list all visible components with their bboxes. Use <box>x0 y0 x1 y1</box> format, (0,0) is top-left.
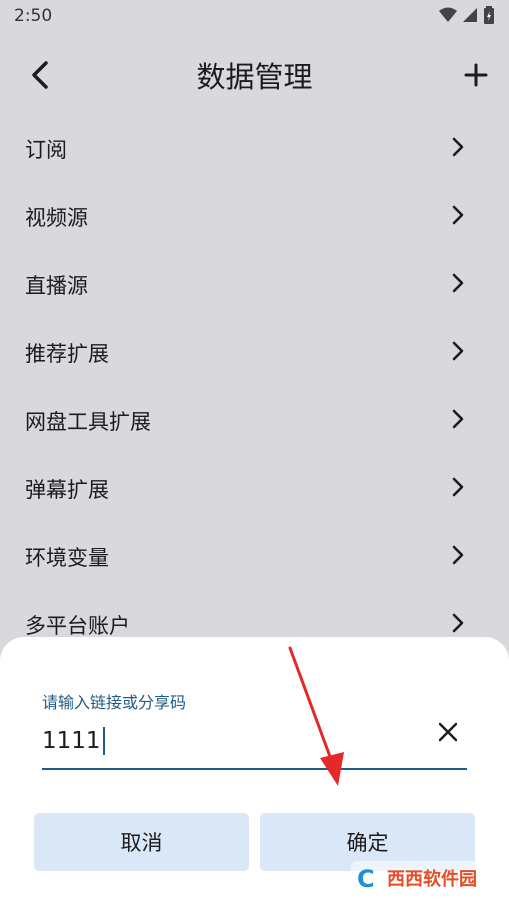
list-item-label: 视频源 <box>25 206 88 230</box>
chevron-right-icon <box>452 273 464 293</box>
list-item-recommended-extensions[interactable]: 推荐扩展 <box>0 318 509 386</box>
signal-icon <box>463 8 477 22</box>
list-item-label: 弹幕扩展 <box>25 478 109 502</box>
status-icons <box>439 6 495 24</box>
list-item-live-source[interactable]: 直播源 <box>0 250 509 318</box>
chevron-right-icon <box>452 137 464 157</box>
list-item-cloud-disk-extensions[interactable]: 网盘工具扩展 <box>0 386 509 454</box>
text-cursor <box>102 727 105 755</box>
chevron-right-icon <box>452 545 464 565</box>
chevron-right-icon <box>452 477 464 497</box>
status-time: 2:50 <box>14 6 53 26</box>
cancel-button[interactable]: 取消 <box>34 813 249 871</box>
list-item-label: 环境变量 <box>25 546 109 570</box>
watermark-logo: C 西西软件园 <box>351 861 489 895</box>
watermark-text: 西西软件园 <box>387 869 477 890</box>
list-item-label: 订阅 <box>25 138 67 162</box>
status-bar: 2:50 <box>0 0 509 36</box>
clear-icon[interactable] <box>437 721 459 743</box>
app-bar: 数据管理 <box>0 40 509 110</box>
chevron-right-icon <box>452 205 464 225</box>
settings-list: 订阅 视频源 直播源 推荐扩展 网盘工具扩展 弹幕扩展 环境变量 多平台账户 <box>0 114 509 658</box>
list-item-label: 多平台账户 <box>25 614 130 638</box>
add-icon[interactable] <box>461 58 491 92</box>
list-item-danmaku-extensions[interactable]: 弹幕扩展 <box>0 454 509 522</box>
chevron-right-icon <box>452 613 464 633</box>
list-item-video-source[interactable]: 视频源 <box>0 182 509 250</box>
wifi-icon <box>439 7 457 22</box>
list-item-label: 直播源 <box>25 274 88 298</box>
list-item-env-variables[interactable]: 环境变量 <box>0 522 509 590</box>
chevron-right-icon <box>452 409 464 429</box>
link-input-value: 1111 <box>42 728 101 754</box>
list-item-label: 网盘工具扩展 <box>25 410 151 434</box>
page-title: 数据管理 <box>196 60 313 94</box>
link-field-label: 请输入链接或分享码 <box>42 693 187 712</box>
list-item-subscription[interactable]: 订阅 <box>0 114 509 182</box>
input-underline <box>42 768 467 770</box>
battery-icon <box>484 6 494 24</box>
link-input[interactable]: 1111 <box>42 727 105 755</box>
list-item-label: 推荐扩展 <box>25 342 109 366</box>
watermark-c-icon: C <box>357 865 375 893</box>
chevron-right-icon <box>452 341 464 361</box>
